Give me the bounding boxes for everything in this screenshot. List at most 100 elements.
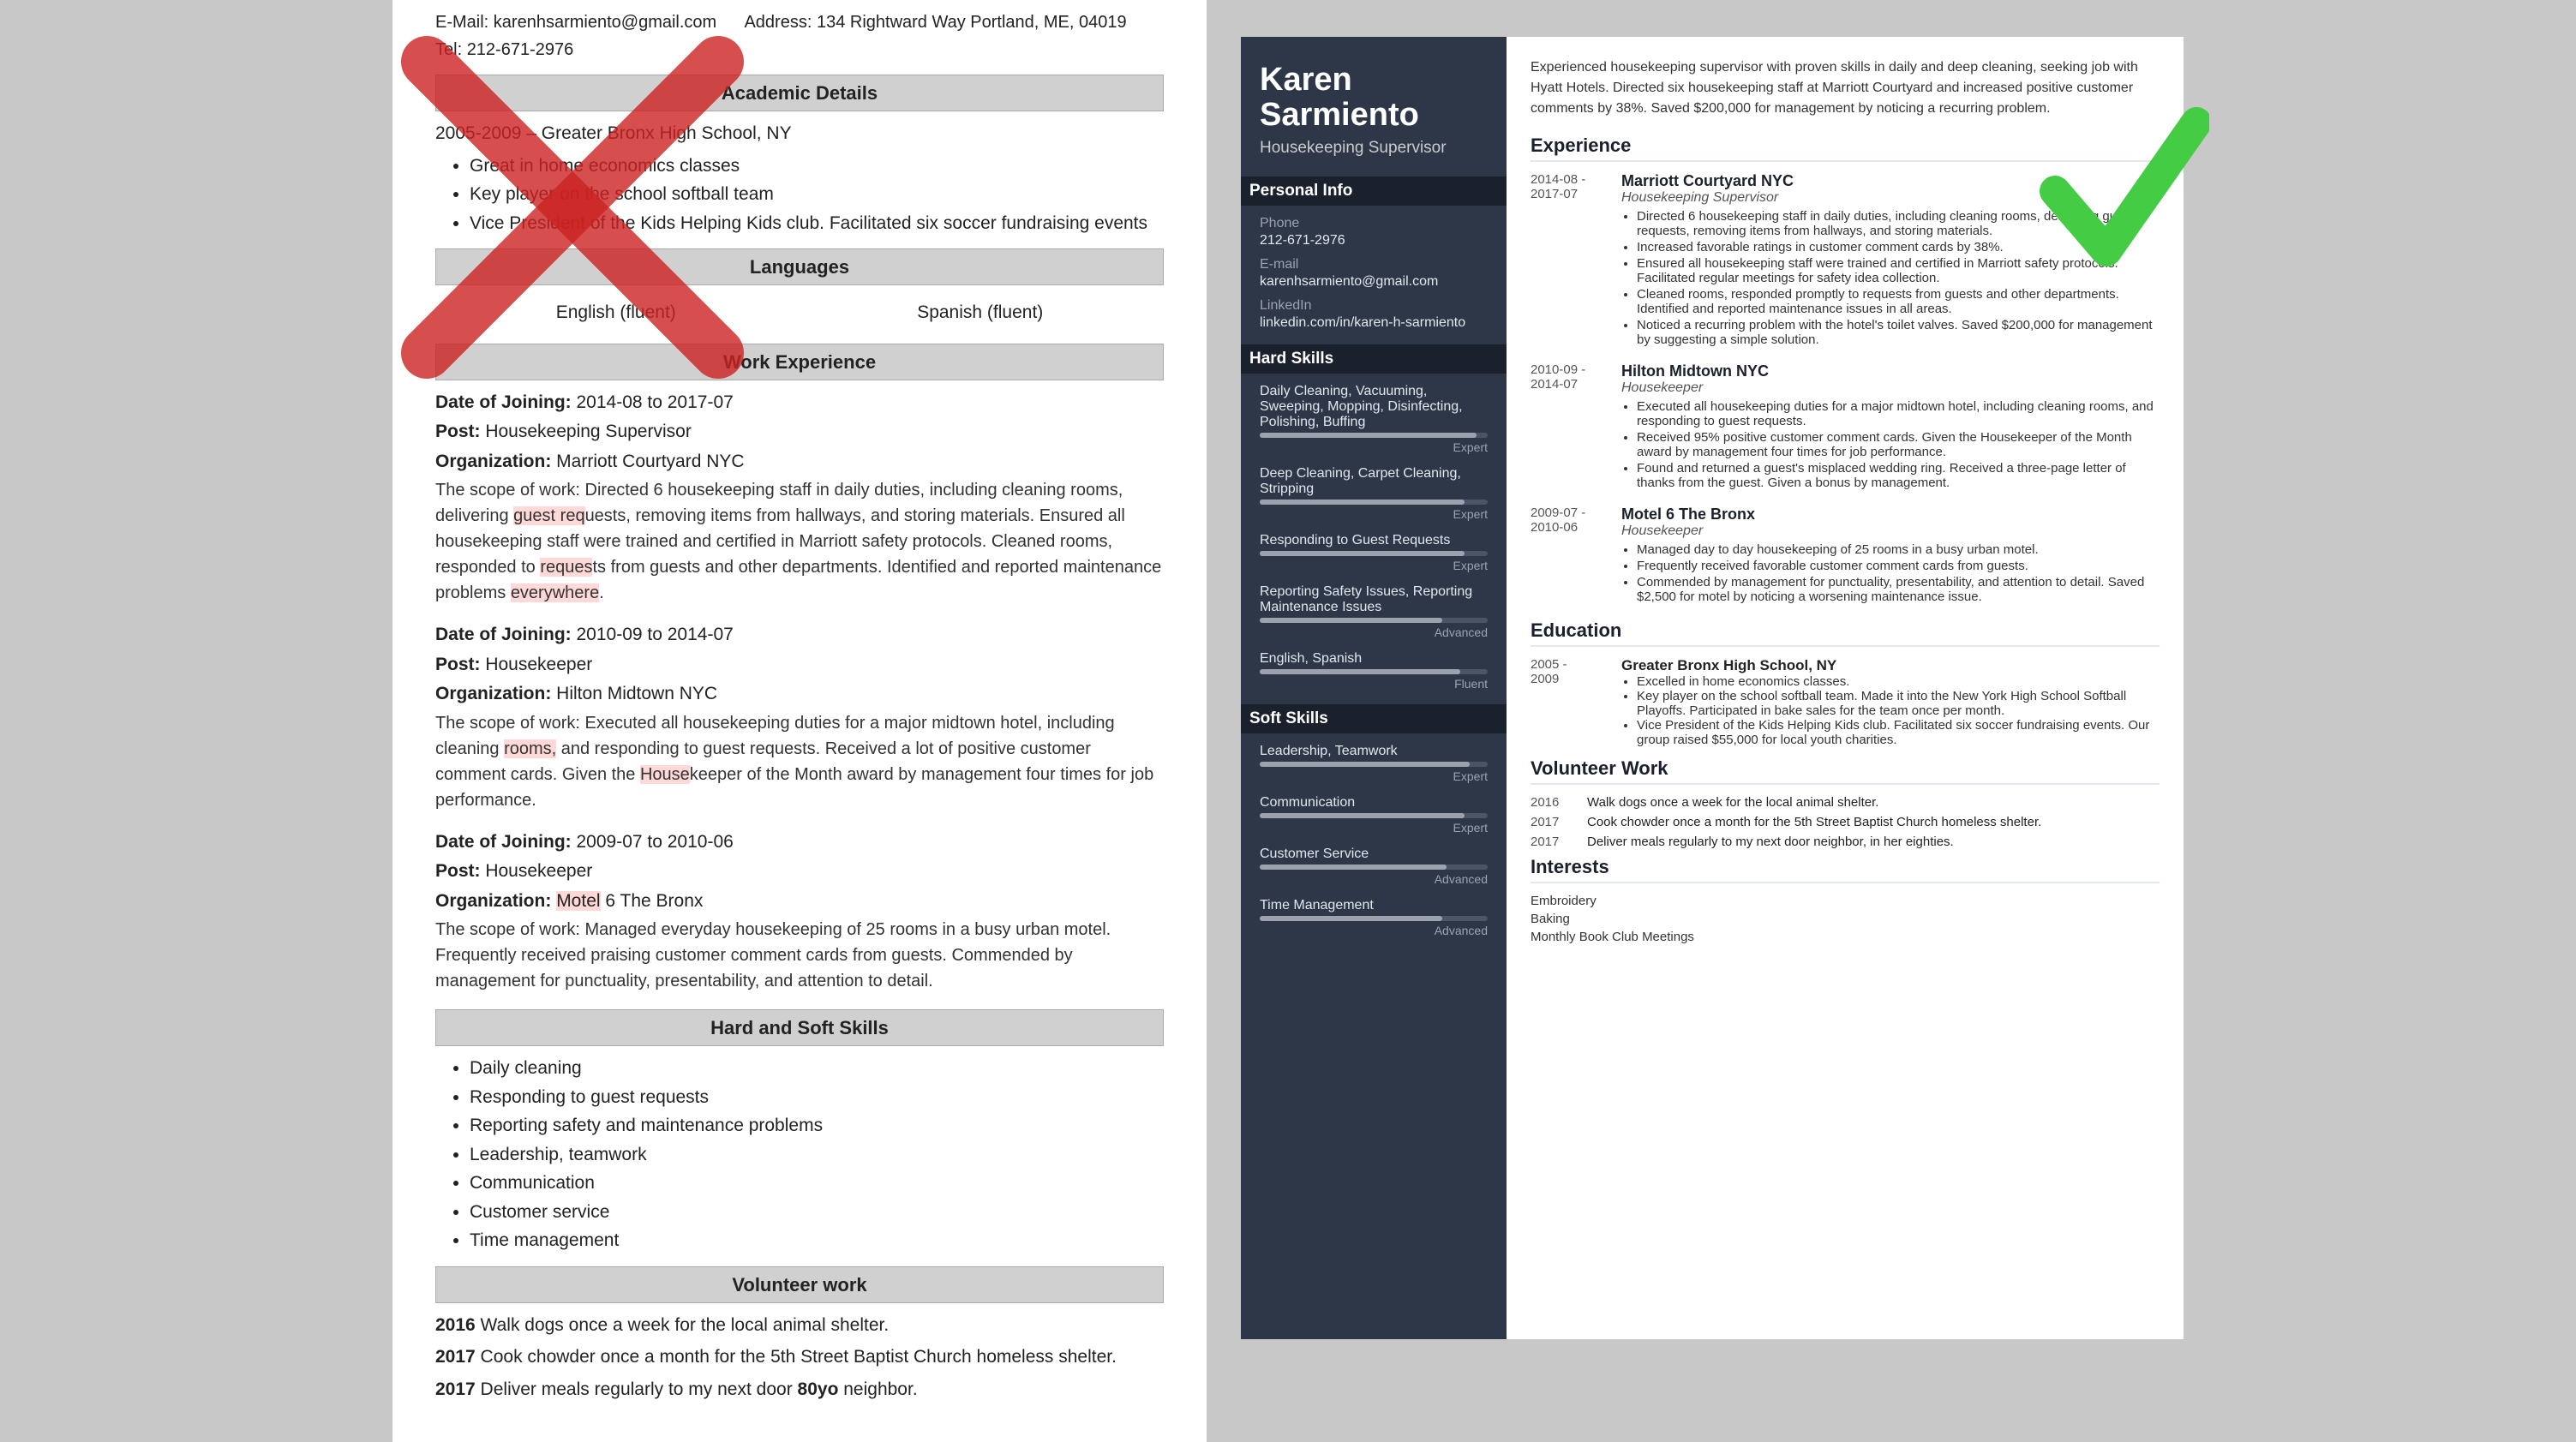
work-org-1: Organization: Marriott Courtyard NYC	[435, 448, 1164, 476]
skills-section-title: Hard and Soft Skills	[435, 1009, 1164, 1046]
sidebar-title: Housekeeping Supervisor	[1260, 139, 1488, 158]
edu-entry-1: 2005 -2009 Greater Bronx High School, NY…	[1531, 657, 2160, 747]
sidebar-name: KarenSarmiento	[1260, 63, 1488, 135]
exp-entry-3: 2009-07 -2010-06 Motel 6 The Bronx House…	[1531, 506, 2160, 606]
work-dates-3: Date of Joining: 2009-07 to 2010-06	[435, 829, 1164, 856]
work-post-2: Post: Housekeeper	[435, 651, 1164, 679]
languages-row: English (fluent) Spanish (fluent)	[435, 294, 1164, 332]
interest-2: Baking	[1531, 912, 2160, 926]
list-item: Reporting safety and maintenance problem…	[470, 1112, 1164, 1140]
address-label: Address:	[744, 13, 812, 32]
summary-text: Experienced housekeeping supervisor with…	[1531, 57, 2160, 119]
list-item: Key player on the school softball team. …	[1637, 689, 2160, 718]
volunteer-3: 2017 Deliver meals regularly to my next …	[1531, 835, 2160, 849]
skill-safety: Reporting Safety Issues, Reporting Maint…	[1260, 584, 1488, 639]
list-item: Received 95% positive customer comment c…	[1637, 430, 2160, 459]
email-label: E-Mail:	[435, 13, 488, 32]
list-item: Found and returned a guest's misplaced w…	[1637, 461, 2160, 490]
sidebar-soft-skills-title: Soft Skills	[1241, 704, 1507, 733]
education-title: Education	[1531, 619, 2160, 647]
resume-left: Karen Sarmiento E-Mail: karenhsarmiento@…	[392, 0, 1207, 1442]
list-item: Directed 6 housekeeping staff in daily d…	[1637, 209, 2160, 238]
skill-communication: Communication Expert	[1260, 795, 1488, 835]
skills-list: Daily cleaning Responding to guest reque…	[470, 1055, 1164, 1254]
lang2: Spanish (fluent)	[917, 299, 1043, 326]
sidebar-hard-skills-title: Hard Skills	[1241, 344, 1507, 374]
list-item: Vice President of the Kids Helping Kids …	[1637, 718, 2160, 747]
skill-languages: English, Spanish Fluent	[1260, 651, 1488, 691]
volunteer-3: 2017 Deliver meals regularly to my next …	[435, 1376, 1164, 1403]
list-item: Noticed a recurring problem with the hot…	[1637, 318, 2160, 347]
skill-deep-cleaning: Deep Cleaning, Carpet Cleaning, Strippin…	[1260, 466, 1488, 521]
list-item: Excelled in home economics classes.	[1637, 674, 2160, 689]
tel-value: 212-671-2976	[467, 40, 574, 59]
skill-customer-service: Customer Service Advanced	[1260, 847, 1488, 886]
list-item: Daily cleaning	[470, 1055, 1164, 1082]
interest-1: Embroidery	[1531, 894, 2160, 908]
volunteer-section: 2016 Walk dogs once a week for the local…	[435, 1312, 1164, 1403]
tel-label: Tel:	[435, 40, 462, 59]
list-item: Managed day to day housekeeping of 25 ro…	[1637, 542, 2160, 557]
interests-title: Interests	[1531, 856, 2160, 883]
work-entry-2: Date of Joining: 2010-09 to 2014-07 Post…	[435, 621, 1164, 813]
experience-title: Experience	[1531, 135, 2160, 162]
list-item: Frequently received favorable customer c…	[1637, 559, 2160, 573]
left-name: Karen Sarmiento	[435, 0, 1164, 6]
work-org-3: Organization: Motel 6 The Bronx	[435, 888, 1164, 915]
work-scope-2: The scope of work: Executed all housekee…	[435, 710, 1164, 813]
work-entry-1: Date of Joining: 2014-08 to 2017-07 Post…	[435, 389, 1164, 607]
list-item: Ensured all housekeeping staff were trai…	[1637, 256, 2160, 285]
work-post-3: Post: Housekeeper	[435, 858, 1164, 885]
volunteer-title: Volunteer Work	[1531, 757, 2160, 785]
main-content: Experienced housekeeping supervisor with…	[1507, 37, 2184, 1339]
skill-leadership: Leadership, Teamwork Expert	[1260, 744, 1488, 783]
volunteer-2: 2017 Cook chowder once a month for the 5…	[435, 1343, 1164, 1371]
work-section-title: Work Experience	[435, 344, 1164, 380]
work-dates-2: Date of Joining: 2010-09 to 2014-07	[435, 621, 1164, 649]
list-item: Vice President of the Kids Helping Kids …	[470, 210, 1164, 237]
resume-right: KarenSarmiento Housekeeping Supervisor P…	[1241, 37, 2184, 1339]
sidebar-phone: Phone 212-671-2976	[1260, 216, 1488, 248]
skill-guest-requests: Responding to Guest Requests Expert	[1260, 533, 1488, 572]
work-scope-1: The scope of work: Directed 6 housekeepi…	[435, 477, 1164, 606]
languages-section-title: Languages	[435, 248, 1164, 285]
list-item: Executed all housekeeping duties for a m…	[1637, 399, 2160, 428]
work-dates-1: Date of Joining: 2014-08 to 2017-07	[435, 389, 1164, 416]
work-post-1: Post: Housekeeping Supervisor	[435, 418, 1164, 446]
list-item: Commended by management for punctuality,…	[1637, 575, 2160, 604]
address-value: 134 Rightward Way Portland, ME, 04019	[817, 13, 1127, 32]
school-header: 2005-2009 – Greater Bronx High School, N…	[435, 120, 1164, 147]
volunteer-section-title: Volunteer work	[435, 1266, 1164, 1303]
left-email: E-Mail: karenhsarmiento@gmail.com Addres…	[435, 9, 1164, 35]
sidebar-linkedin: LinkedIn linkedin.com/in/karen-h-sarmien…	[1260, 298, 1488, 331]
academic-section-title: Academic Details	[435, 75, 1164, 111]
work-org-2: Organization: Hilton Midtown NYC	[435, 680, 1164, 708]
sidebar-personal-info-title: Personal Info	[1241, 177, 1507, 206]
exp-entry-2: 2010-09 -2014-07 Hilton Midtown NYC Hous…	[1531, 362, 2160, 492]
list-item: Customer service	[470, 1199, 1164, 1226]
interests-list: Embroidery Baking Monthly Book Club Meet…	[1531, 894, 2160, 944]
list-item: Great in home economics classes	[470, 153, 1164, 180]
sidebar: KarenSarmiento Housekeeping Supervisor P…	[1241, 37, 1507, 1339]
list-item: Time management	[470, 1227, 1164, 1254]
volunteer-1: 2016 Walk dogs once a week for the local…	[1531, 795, 2160, 810]
email-value: karenhsarmiento@gmail.com	[494, 13, 716, 32]
work-entry-3: Date of Joining: 2009-07 to 2010-06 Post…	[435, 829, 1164, 995]
list-item: Responding to guest requests	[470, 1084, 1164, 1111]
skill-time-management: Time Management Advanced	[1260, 898, 1488, 937]
interest-3: Monthly Book Club Meetings	[1531, 930, 2160, 944]
volunteer-2: 2017 Cook chowder once a month for the 5…	[1531, 815, 2160, 829]
list-item: Leadership, teamwork	[470, 1141, 1164, 1169]
list-item: Communication	[470, 1170, 1164, 1197]
list-item: Cleaned rooms, responded promptly to req…	[1637, 287, 2160, 316]
list-item: Increased favorable ratings in customer …	[1637, 240, 2160, 254]
work-scope-3: The scope of work: Managed everyday hous…	[435, 917, 1164, 994]
volunteer-1: 2016 Walk dogs once a week for the local…	[435, 1312, 1164, 1339]
exp-entry-1: 2014-08 -2017-07 Marriott Courtyard NYC …	[1531, 172, 2160, 349]
left-tel: Tel: 212-671-2976	[435, 37, 1164, 63]
sidebar-email: E-mail karenhsarmiento@gmail.com	[1260, 257, 1488, 290]
school-bullets: Great in home economics classes Key play…	[470, 153, 1164, 237]
list-item: Key player on the school softball team	[470, 181, 1164, 208]
lang1: English (fluent)	[556, 299, 676, 326]
skill-daily-cleaning: Daily Cleaning, Vacuuming, Sweeping, Mop…	[1260, 384, 1488, 454]
